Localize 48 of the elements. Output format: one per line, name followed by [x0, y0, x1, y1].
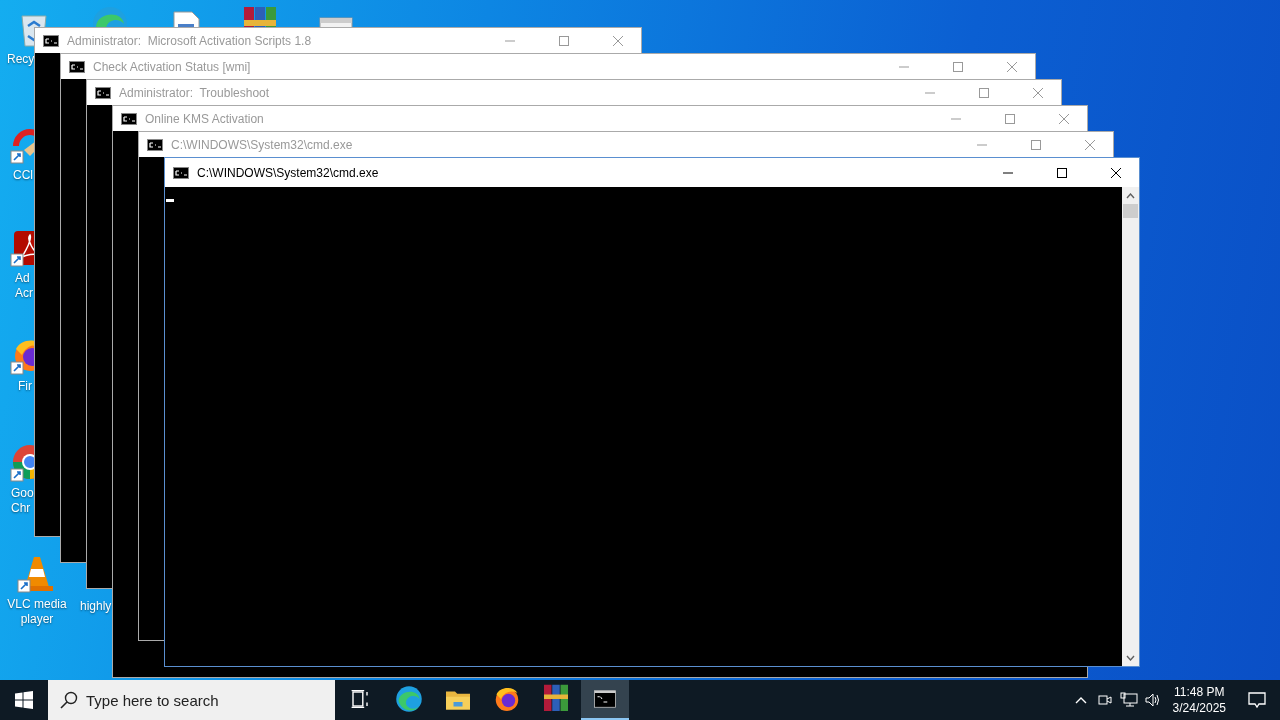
window-title: Administrator: Troubleshoot	[119, 85, 271, 100]
close-icon	[1007, 61, 1017, 72]
console-icon	[95, 86, 111, 99]
search-icon	[60, 691, 78, 709]
taskbar-app[interactable]	[581, 680, 629, 720]
scroll-thumb[interactable]	[1123, 204, 1138, 218]
scrollbar[interactable]	[1122, 187, 1139, 666]
scroll-down-icon[interactable]	[1126, 654, 1135, 661]
close-icon	[613, 35, 623, 46]
clock[interactable]: 11:48 PM 3/24/2025	[1164, 684, 1234, 716]
console-icon	[147, 138, 163, 151]
search-field[interactable]: Type here to search	[48, 680, 335, 720]
maximize-icon	[1005, 113, 1015, 124]
speaker-icon[interactable]	[1143, 692, 1162, 708]
console-icon	[69, 60, 85, 73]
icon-label: CCl	[12, 168, 33, 183]
notification-icon[interactable]	[1248, 691, 1266, 709]
network-icon[interactable]	[1119, 692, 1138, 708]
icon-label: highly	[80, 599, 112, 614]
maximize-icon	[559, 35, 569, 46]
icon-label: Goo Chr	[10, 486, 34, 516]
window-title: Online KMS Activation	[145, 111, 265, 126]
console-icon	[173, 166, 189, 179]
camera-icon[interactable]	[1096, 692, 1113, 708]
console-icon	[43, 34, 59, 47]
maximize-icon	[1031, 139, 1041, 150]
window-title: Administrator: Microsoft Activation Scripts 1.8	[67, 33, 313, 48]
text-cursor	[166, 199, 174, 202]
wave-logo-icon	[394, 684, 424, 714]
caret-icon[interactable]	[1074, 696, 1087, 704]
maximize-icon	[979, 87, 989, 98]
console-icon	[121, 112, 137, 125]
icon-label: VLC media player	[6, 597, 68, 627]
maximize-icon	[1057, 167, 1067, 178]
icon-label: Recy	[6, 52, 35, 67]
close-icon	[1059, 113, 1069, 124]
close-icon	[1085, 139, 1095, 150]
scroll-up-icon[interactable]	[1126, 192, 1135, 199]
maximize-icon	[953, 61, 963, 72]
close-icon	[1111, 167, 1121, 178]
icon-label: Fir	[17, 379, 32, 394]
close-icon	[1033, 87, 1043, 98]
window-title: C:\WINDOWS\System32\cmd.exe	[197, 165, 380, 180]
window-title: Check Activation Status [wmi]	[93, 59, 252, 74]
icon-label: Ad Acr	[14, 271, 33, 301]
start-icon	[15, 691, 33, 709]
window-title: C:\WINDOWS\System32\cmd.exe	[171, 137, 354, 152]
archive-icon	[541, 684, 571, 714]
